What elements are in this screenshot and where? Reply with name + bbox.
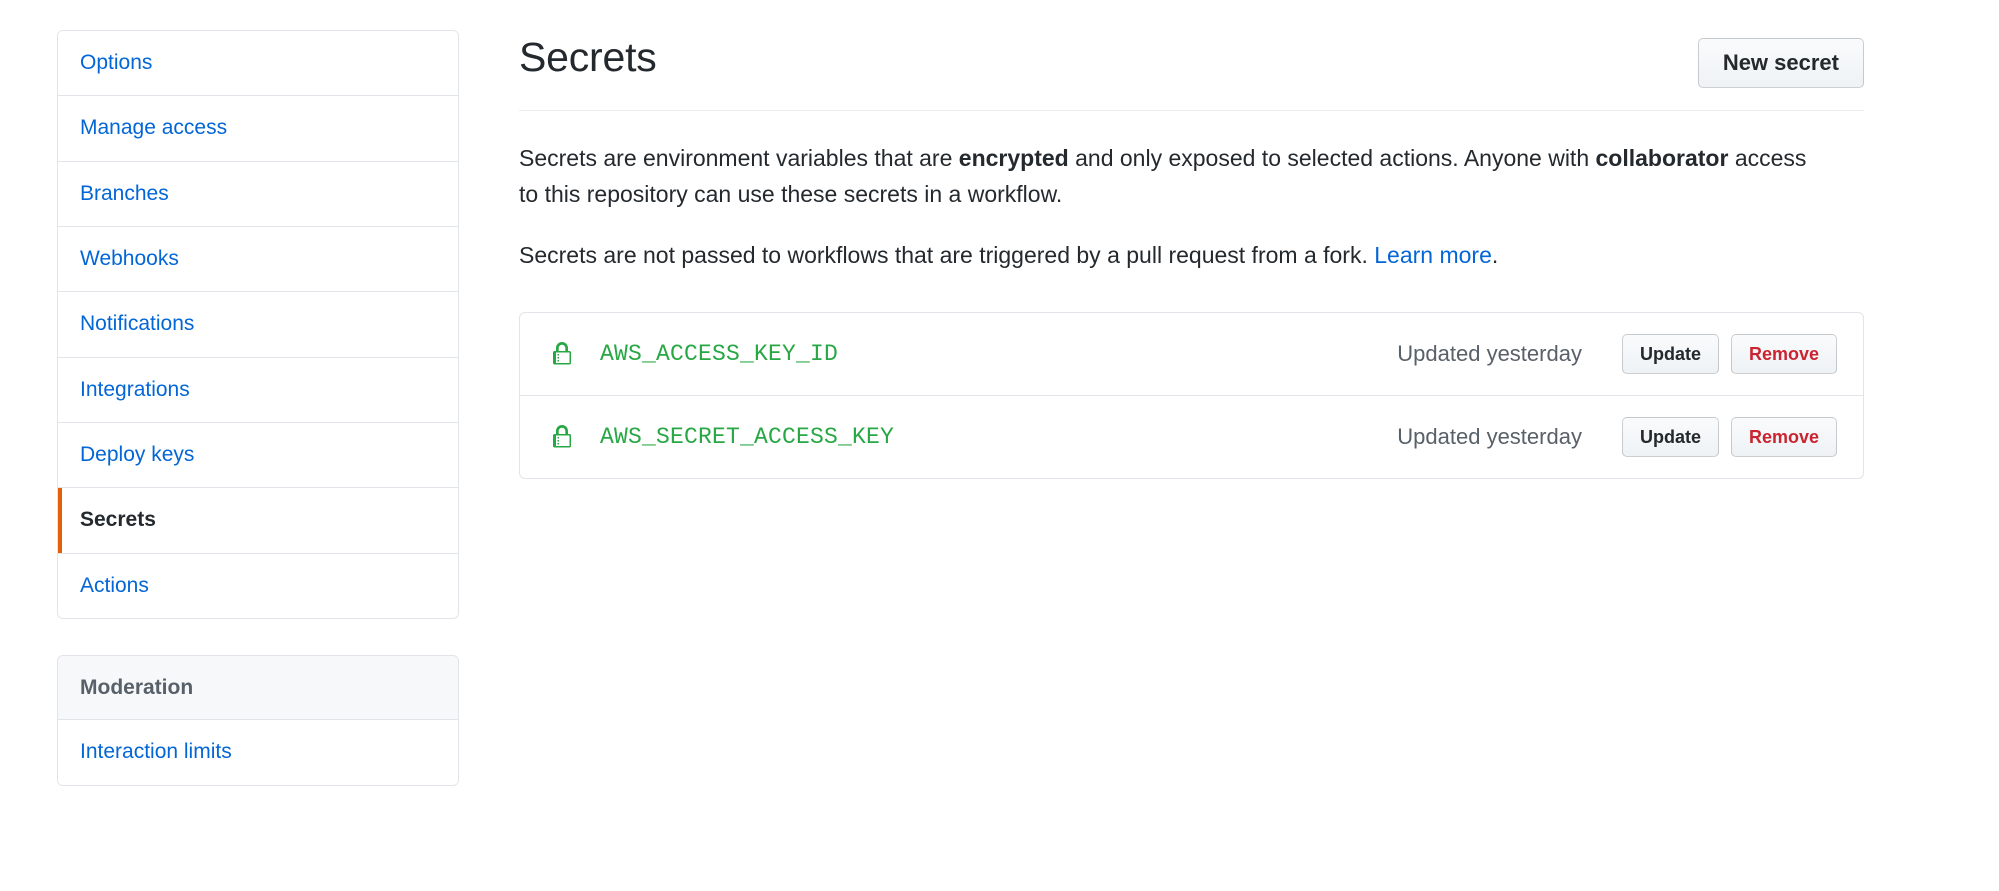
description-bold-encrypted: encrypted: [958, 145, 1069, 171]
secret-row-actions: Update Remove: [1621, 416, 1837, 457]
sidebar-item-interaction-limits[interactable]: Interaction limits: [58, 720, 458, 785]
description-bold-collaborator: collaborator: [1595, 145, 1729, 171]
secrets-list: AWS_ACCESS_KEY_ID Updated yesterday Upda…: [519, 311, 1864, 479]
remove-secret-button[interactable]: Remove: [1730, 416, 1837, 457]
lock-icon: [550, 424, 574, 449]
sidebar-item-secrets[interactable]: Secrets: [58, 488, 458, 554]
learn-more-link[interactable]: Learn more: [1374, 242, 1492, 268]
page-title: Secrets: [519, 34, 657, 80]
sidebar-item-webhooks[interactable]: Webhooks: [58, 227, 458, 293]
page-layout: Options Manage access Branches Webhooks …: [0, 30, 1999, 786]
sidebar-item-notifications[interactable]: Notifications: [58, 292, 458, 358]
secret-row: AWS_SECRET_ACCESS_KEY Updated yesterday …: [520, 396, 1863, 478]
lock-icon: [550, 341, 574, 366]
page-subhead: Secrets New secret: [519, 32, 1864, 111]
description-text-5: .: [1491, 242, 1499, 269]
sidebar-item-manage-access[interactable]: Manage access: [58, 96, 458, 162]
secret-row-actions: Update Remove: [1621, 333, 1837, 374]
secret-updated-timestamp: Updated yesterday: [1397, 340, 1582, 366]
settings-menu-primary: Options Manage access Branches Webhooks …: [57, 30, 459, 620]
sidebar-item-actions[interactable]: Actions: [58, 553, 458, 619]
sidebar-heading-moderation: Moderation: [58, 656, 458, 721]
sidebar-item-branches[interactable]: Branches: [58, 161, 458, 228]
sidebar-item-options[interactable]: Options: [58, 31, 458, 97]
secrets-description-paragraph-2: Secrets are not passed to workflows that…: [519, 238, 1829, 274]
update-secret-button[interactable]: Update: [1621, 416, 1719, 457]
remove-secret-button[interactable]: Remove: [1730, 333, 1837, 374]
description-text-1: Secrets are environment variables that a…: [519, 145, 959, 171]
secret-row: AWS_ACCESS_KEY_ID Updated yesterday Upda…: [520, 313, 1863, 396]
secret-updated-timestamp: Updated yesterday: [1397, 423, 1582, 449]
update-secret-button[interactable]: Update: [1621, 333, 1719, 374]
secret-name: AWS_SECRET_ACCESS_KEY: [600, 423, 895, 450]
secrets-description-paragraph-1: Secrets are environment variables that a…: [519, 141, 1829, 212]
settings-menu-moderation: Moderation Interaction limits: [57, 655, 459, 786]
main-content: Secrets New secret Secrets are environme…: [519, 30, 1864, 479]
sidebar-item-integrations[interactable]: Integrations: [58, 357, 458, 424]
description-text-4: Secrets are not passed to workflows that…: [519, 242, 1375, 269]
new-secret-button[interactable]: New secret: [1697, 38, 1864, 88]
sidebar-item-deploy-keys[interactable]: Deploy keys: [58, 423, 458, 489]
secret-name: AWS_ACCESS_KEY_ID: [600, 340, 839, 367]
settings-sidebar: Options Manage access Branches Webhooks …: [57, 30, 459, 786]
description-text-2: and only exposed to selected actions. An…: [1068, 145, 1596, 171]
settings-page: Options Manage access Branches Webhooks …: [0, 0, 1999, 891]
